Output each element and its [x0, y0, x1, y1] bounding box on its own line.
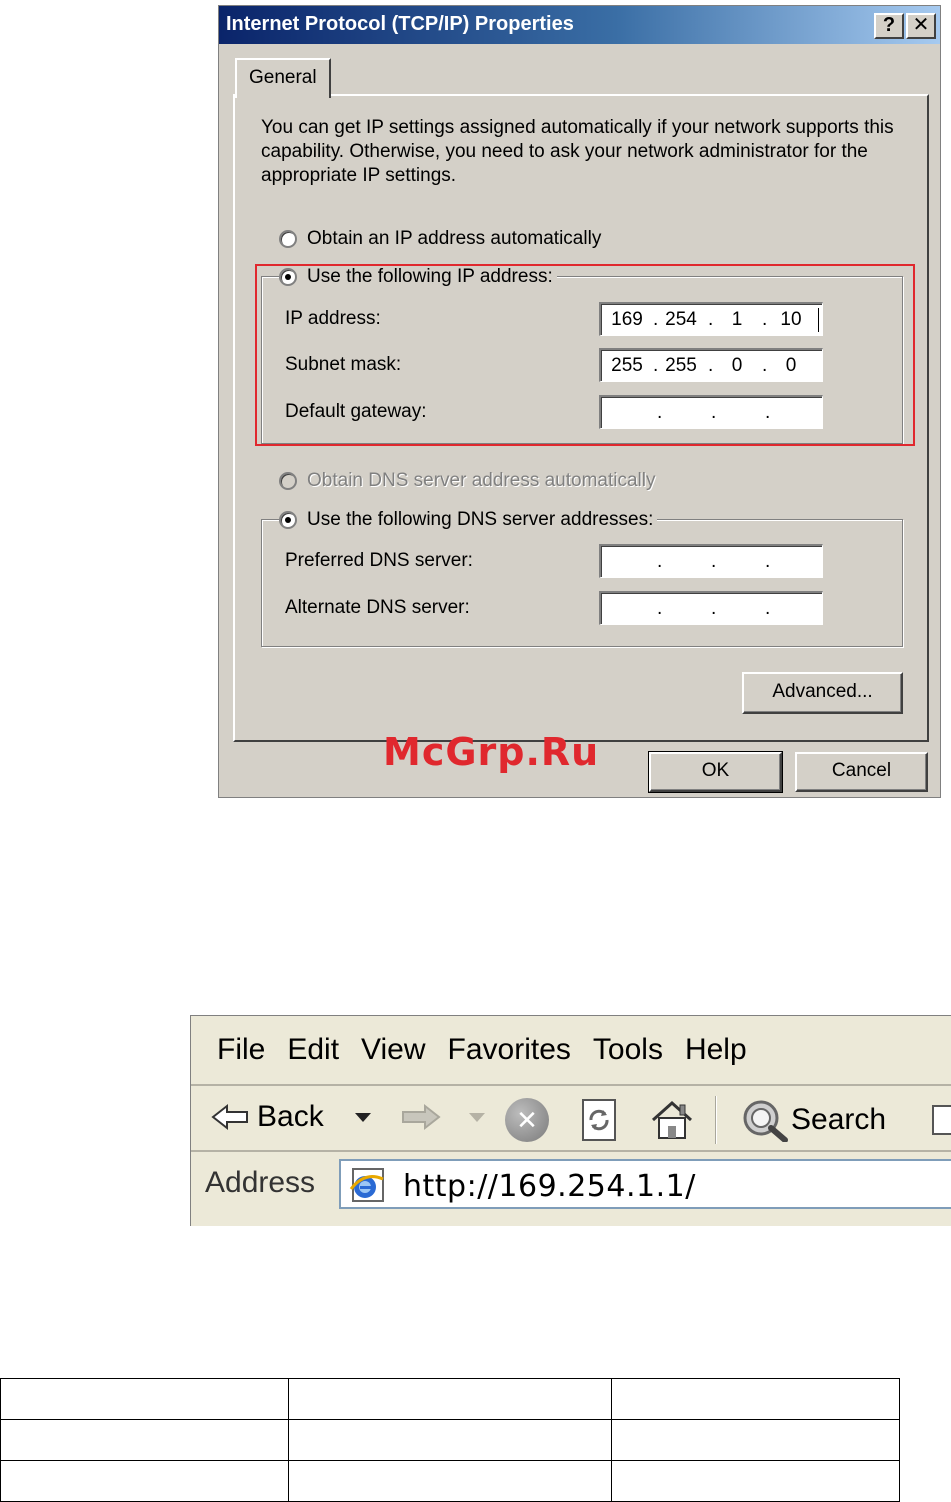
forward-arrow-icon	[402, 1103, 441, 1131]
radio-use-following-dns[interactable]: Use the following DNS server addresses:	[279, 509, 658, 531]
table-row	[0, 1378, 900, 1420]
refresh-button[interactable]	[579, 1098, 619, 1142]
back-label: Back	[257, 1100, 324, 1133]
back-arrow-icon	[211, 1103, 248, 1131]
description-text: You can get IP settings assigned automat…	[261, 117, 894, 186]
favorites-icon	[932, 1105, 951, 1135]
radio-button-disabled[interactable]	[279, 472, 297, 490]
refresh-icon	[582, 1099, 616, 1141]
radio-button-selected[interactable]	[279, 511, 297, 529]
menu-bar: File Edit View Favorites Tools Help	[191, 1016, 951, 1086]
table-cell	[0, 1460, 289, 1502]
menu-tools[interactable]: Tools	[593, 1033, 663, 1067]
table-cell	[287, 1460, 613, 1502]
table-cell	[287, 1419, 613, 1461]
menu-favorites[interactable]: Favorites	[448, 1033, 571, 1067]
forward-button[interactable]	[399, 1102, 441, 1132]
forward-dropdown[interactable]	[467, 1110, 487, 1124]
search-button[interactable]: Search	[737, 1098, 886, 1142]
table-row	[0, 1419, 900, 1461]
octet-separator: .	[657, 551, 663, 572]
alternate-dns-label: Alternate DNS server:	[285, 597, 470, 618]
standard-toolbar: Back ✕ Search	[191, 1088, 951, 1152]
cancel-button[interactable]: Cancel	[795, 752, 928, 792]
empty-table	[0, 1378, 900, 1502]
octet-separator: .	[765, 598, 771, 619]
octet-separator: .	[711, 551, 717, 572]
table-cell	[611, 1378, 900, 1420]
table-cell	[0, 1378, 289, 1420]
table-cell	[287, 1378, 613, 1420]
stop-button[interactable]: ✕	[505, 1098, 549, 1142]
back-button[interactable]: Back	[211, 1100, 324, 1134]
octet-separator: .	[711, 598, 717, 619]
address-value: http://169.254.1.1/	[403, 1169, 696, 1204]
radio-button[interactable]	[279, 230, 297, 248]
browser-toolbar-area: File Edit View Favorites Tools Help Back	[190, 1015, 951, 1226]
back-dropdown[interactable]	[353, 1110, 373, 1124]
table-cell	[611, 1460, 900, 1502]
search-icon	[743, 1100, 788, 1142]
dialog-title: Internet Protocol (TCP/IP) Properties	[226, 13, 574, 35]
radio-use-following-dns-label: Use the following DNS server addresses:	[307, 509, 654, 530]
alternate-dns-field[interactable]: . . .	[599, 591, 823, 625]
ok-button[interactable]: OK	[648, 751, 783, 793]
table-row	[0, 1460, 900, 1502]
tab-general[interactable]: General	[235, 58, 331, 98]
radio-obtain-ip-auto[interactable]: Obtain an IP address automatically	[279, 228, 606, 250]
search-label: Search	[791, 1103, 887, 1136]
advanced-button[interactable]: Advanced...	[742, 672, 903, 714]
menu-view[interactable]: View	[361, 1033, 425, 1067]
stop-icon: ✕	[505, 1098, 549, 1142]
dns-groupbox	[261, 519, 903, 647]
preferred-dns-field[interactable]: . . .	[599, 544, 823, 578]
close-button[interactable]: ✕	[906, 13, 936, 39]
dropdown-arrow-icon	[469, 1113, 485, 1122]
table-cell	[0, 1419, 289, 1461]
menu-edit[interactable]: Edit	[287, 1033, 339, 1067]
octet-separator: .	[657, 598, 663, 619]
home-button[interactable]	[649, 1098, 695, 1142]
toolbar-separator	[715, 1096, 717, 1144]
home-icon	[651, 1100, 693, 1139]
radio-obtain-dns-auto[interactable]: Obtain DNS server address automatically	[279, 470, 660, 492]
favorites-button-partial[interactable]	[929, 1102, 951, 1138]
address-label: Address	[205, 1166, 316, 1199]
preferred-dns-label: Preferred DNS server:	[285, 550, 473, 571]
tcpip-properties-dialog: Internet Protocol (TCP/IP) Properties ? …	[218, 5, 941, 798]
ie-page-icon	[349, 1168, 384, 1202]
radio-obtain-ip-auto-label: Obtain an IP address automatically	[307, 228, 602, 249]
octet-separator: .	[765, 551, 771, 572]
radio-obtain-dns-auto-label: Obtain DNS server address automatically	[307, 470, 656, 491]
address-bar: Address http://169.254.1.1/	[191, 1154, 951, 1216]
menu-help[interactable]: Help	[685, 1033, 747, 1067]
address-input[interactable]: http://169.254.1.1/	[339, 1159, 951, 1209]
dropdown-arrow-icon	[355, 1113, 371, 1122]
menu-file[interactable]: File	[217, 1033, 265, 1067]
table-cell	[611, 1419, 900, 1461]
watermark-text: McGrp.Ru	[383, 730, 600, 774]
tab-general-label: General	[249, 67, 317, 88]
help-button[interactable]: ?	[874, 13, 904, 39]
red-highlight-box	[255, 264, 915, 446]
dialog-titlebar[interactable]: Internet Protocol (TCP/IP) Properties ? …	[219, 6, 940, 44]
